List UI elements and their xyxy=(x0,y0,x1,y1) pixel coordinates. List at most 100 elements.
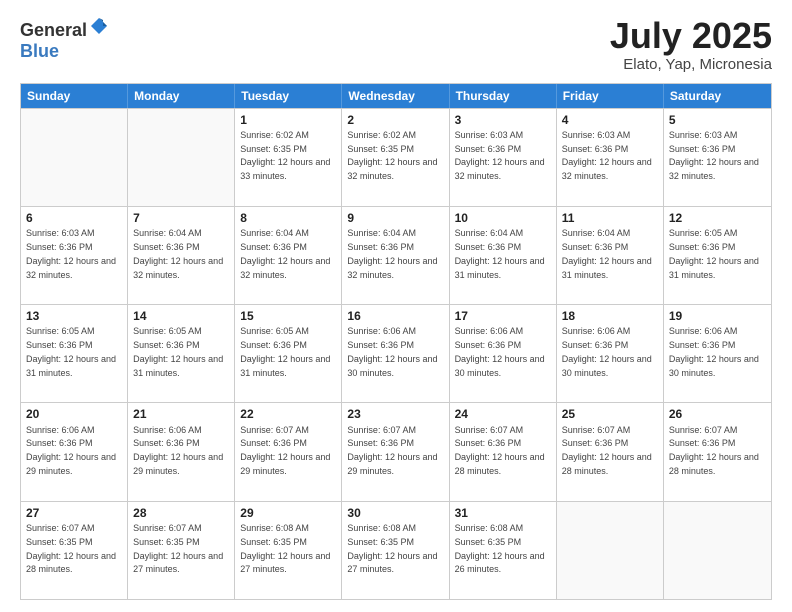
day-info: Sunrise: 6:02 AM Sunset: 6:35 PM Dayligh… xyxy=(240,130,330,181)
day-info: Sunrise: 6:05 AM Sunset: 6:36 PM Dayligh… xyxy=(240,326,330,377)
calendar: SundayMondayTuesdayWednesdayThursdayFrid… xyxy=(20,83,772,600)
day-info: Sunrise: 6:03 AM Sunset: 6:36 PM Dayligh… xyxy=(669,130,759,181)
day-number: 30 xyxy=(347,505,443,521)
day-info: Sunrise: 6:04 AM Sunset: 6:36 PM Dayligh… xyxy=(240,228,330,279)
day-info: Sunrise: 6:03 AM Sunset: 6:36 PM Dayligh… xyxy=(562,130,652,181)
day-header-saturday: Saturday xyxy=(664,84,771,108)
cal-cell: 31 Sunrise: 6:08 AM Sunset: 6:35 PM Dayli… xyxy=(450,502,557,599)
day-number: 16 xyxy=(347,308,443,324)
week-row-1: 1 Sunrise: 6:02 AM Sunset: 6:35 PM Daylig… xyxy=(21,108,771,206)
logo-text: General Blue xyxy=(20,16,109,62)
cal-cell: 12 Sunrise: 6:05 AM Sunset: 6:36 PM Dayli… xyxy=(664,207,771,304)
day-number: 23 xyxy=(347,406,443,422)
day-number: 6 xyxy=(26,210,122,226)
day-info: Sunrise: 6:02 AM Sunset: 6:35 PM Dayligh… xyxy=(347,130,437,181)
cal-cell: 11 Sunrise: 6:04 AM Sunset: 6:36 PM Dayli… xyxy=(557,207,664,304)
cal-cell: 3 Sunrise: 6:03 AM Sunset: 6:36 PM Daylig… xyxy=(450,109,557,206)
cal-cell: 4 Sunrise: 6:03 AM Sunset: 6:36 PM Daylig… xyxy=(557,109,664,206)
logo-blue: Blue xyxy=(20,41,59,61)
calendar-body: 1 Sunrise: 6:02 AM Sunset: 6:35 PM Daylig… xyxy=(21,108,771,599)
day-number: 28 xyxy=(133,505,229,521)
cal-cell: 23Sunrise: 6:07 AM Sunset: 6:36 PM Dayli… xyxy=(342,403,449,500)
day-info: Sunrise: 6:05 AM Sunset: 6:36 PM Dayligh… xyxy=(26,326,116,377)
day-info: Sunrise: 6:04 AM Sunset: 6:36 PM Dayligh… xyxy=(133,228,223,279)
day-info: Sunrise: 6:05 AM Sunset: 6:36 PM Dayligh… xyxy=(669,228,759,279)
day-info: Sunrise: 6:06 AM Sunset: 6:36 PM Dayligh… xyxy=(455,326,545,377)
day-info: Sunrise: 6:07 AM Sunset: 6:35 PM Dayligh… xyxy=(26,523,116,574)
day-info: Sunrise: 6:07 AM Sunset: 6:36 PM Dayligh… xyxy=(455,425,545,476)
day-info: Sunrise: 6:07 AM Sunset: 6:36 PM Dayligh… xyxy=(562,425,652,476)
day-info: Sunrise: 6:07 AM Sunset: 6:36 PM Dayligh… xyxy=(240,425,330,476)
cal-cell: 26 Sunrise: 6:07 AM Sunset: 6:36 PM Dayli… xyxy=(664,403,771,500)
week-row-4: 20 Sunrise: 6:06 AM Sunset: 6:36 PM Dayli… xyxy=(21,402,771,500)
cal-cell: 27 Sunrise: 6:07 AM Sunset: 6:35 PM Dayli… xyxy=(21,502,128,599)
logo-icon xyxy=(89,16,109,36)
day-number: 19 xyxy=(669,308,766,324)
cal-cell: 5 Sunrise: 6:03 AM Sunset: 6:36 PM Daylig… xyxy=(664,109,771,206)
day-info: Sunrise: 6:08 AM Sunset: 6:35 PM Dayligh… xyxy=(240,523,330,574)
day-info: Sunrise: 6:07 AM Sunset: 6:35 PM Dayligh… xyxy=(133,523,223,574)
cal-cell: 29 Sunrise: 6:08 AM Sunset: 6:35 PM Dayli… xyxy=(235,502,342,599)
day-header-friday: Friday xyxy=(557,84,664,108)
day-number: 8 xyxy=(240,210,336,226)
day-info: Sunrise: 6:06 AM Sunset: 6:36 PM Dayligh… xyxy=(26,425,116,476)
day-number: 2 xyxy=(347,112,443,128)
day-number: 24 xyxy=(455,406,551,422)
cal-cell xyxy=(664,502,771,599)
cal-cell: 7 Sunrise: 6:04 AM Sunset: 6:36 PM Daylig… xyxy=(128,207,235,304)
day-info: Sunrise: 6:03 AM Sunset: 6:36 PM Dayligh… xyxy=(455,130,545,181)
day-info: Sunrise: 6:05 AM Sunset: 6:36 PM Dayligh… xyxy=(133,326,223,377)
day-number: 7 xyxy=(133,210,229,226)
month-title: July 2025 xyxy=(610,16,772,56)
day-number: 12 xyxy=(669,210,766,226)
day-info: Sunrise: 6:08 AM Sunset: 6:35 PM Dayligh… xyxy=(455,523,545,574)
day-number: 29 xyxy=(240,505,336,521)
day-header-wednesday: Wednesday xyxy=(342,84,449,108)
day-number: 4 xyxy=(562,112,658,128)
logo-general: General xyxy=(20,20,87,40)
cal-cell: 1 Sunrise: 6:02 AM Sunset: 6:35 PM Daylig… xyxy=(235,109,342,206)
day-info: Sunrise: 6:06 AM Sunset: 6:36 PM Dayligh… xyxy=(133,425,223,476)
day-info: Sunrise: 6:08 AM Sunset: 6:35 PM Dayligh… xyxy=(347,523,437,574)
title-block: July 2025 Elato, Yap, Micronesia xyxy=(610,16,772,73)
day-info: Sunrise: 6:04 AM Sunset: 6:36 PM Dayligh… xyxy=(562,228,652,279)
day-info: Sunrise: 6:07 AM Sunset: 6:36 PM Dayligh… xyxy=(669,425,759,476)
day-info: Sunrise: 6:04 AM Sunset: 6:36 PM Dayligh… xyxy=(347,228,437,279)
day-number: 11 xyxy=(562,210,658,226)
cal-cell xyxy=(21,109,128,206)
cal-cell xyxy=(557,502,664,599)
day-number: 15 xyxy=(240,308,336,324)
day-info: Sunrise: 6:06 AM Sunset: 6:36 PM Dayligh… xyxy=(562,326,652,377)
cal-cell: 21 Sunrise: 6:06 AM Sunset: 6:36 PM Dayli… xyxy=(128,403,235,500)
day-number: 3 xyxy=(455,112,551,128)
day-number: 31 xyxy=(455,505,551,521)
cal-cell: 30 Sunrise: 6:08 AM Sunset: 6:35 PM Dayli… xyxy=(342,502,449,599)
day-number: 5 xyxy=(669,112,766,128)
cal-cell: 22Sunrise: 6:07 AM Sunset: 6:36 PM Dayli… xyxy=(235,403,342,500)
week-row-5: 27 Sunrise: 6:07 AM Sunset: 6:35 PM Dayli… xyxy=(21,501,771,599)
cal-cell xyxy=(128,109,235,206)
cal-cell: 6Sunrise: 6:03 AM Sunset: 6:36 PM Daylig… xyxy=(21,207,128,304)
day-number: 26 xyxy=(669,406,766,422)
cal-cell: 19Sunrise: 6:06 AM Sunset: 6:36 PM Dayli… xyxy=(664,305,771,402)
calendar-header: SundayMondayTuesdayWednesdayThursdayFrid… xyxy=(21,84,771,108)
day-info: Sunrise: 6:06 AM Sunset: 6:36 PM Dayligh… xyxy=(347,326,437,377)
day-number: 20 xyxy=(26,406,122,422)
day-number: 9 xyxy=(347,210,443,226)
location-title: Elato, Yap, Micronesia xyxy=(610,56,772,73)
day-number: 18 xyxy=(562,308,658,324)
day-number: 10 xyxy=(455,210,551,226)
logo: General Blue xyxy=(20,16,109,62)
day-number: 21 xyxy=(133,406,229,422)
cal-cell: 8 Sunrise: 6:04 AM Sunset: 6:36 PM Daylig… xyxy=(235,207,342,304)
day-number: 1 xyxy=(240,112,336,128)
cal-cell: 20 Sunrise: 6:06 AM Sunset: 6:36 PM Dayli… xyxy=(21,403,128,500)
day-number: 27 xyxy=(26,505,122,521)
cal-cell: 13 Sunrise: 6:05 AM Sunset: 6:36 PM Dayli… xyxy=(21,305,128,402)
cal-cell: 14 Sunrise: 6:05 AM Sunset: 6:36 PM Dayli… xyxy=(128,305,235,402)
page: General Blue July 2025 Elato, Yap, Micro… xyxy=(0,0,792,612)
day-number: 13 xyxy=(26,308,122,324)
day-number: 14 xyxy=(133,308,229,324)
cal-cell: 17Sunrise: 6:06 AM Sunset: 6:36 PM Dayli… xyxy=(450,305,557,402)
cal-cell: 16 Sunrise: 6:06 AM Sunset: 6:36 PM Dayli… xyxy=(342,305,449,402)
